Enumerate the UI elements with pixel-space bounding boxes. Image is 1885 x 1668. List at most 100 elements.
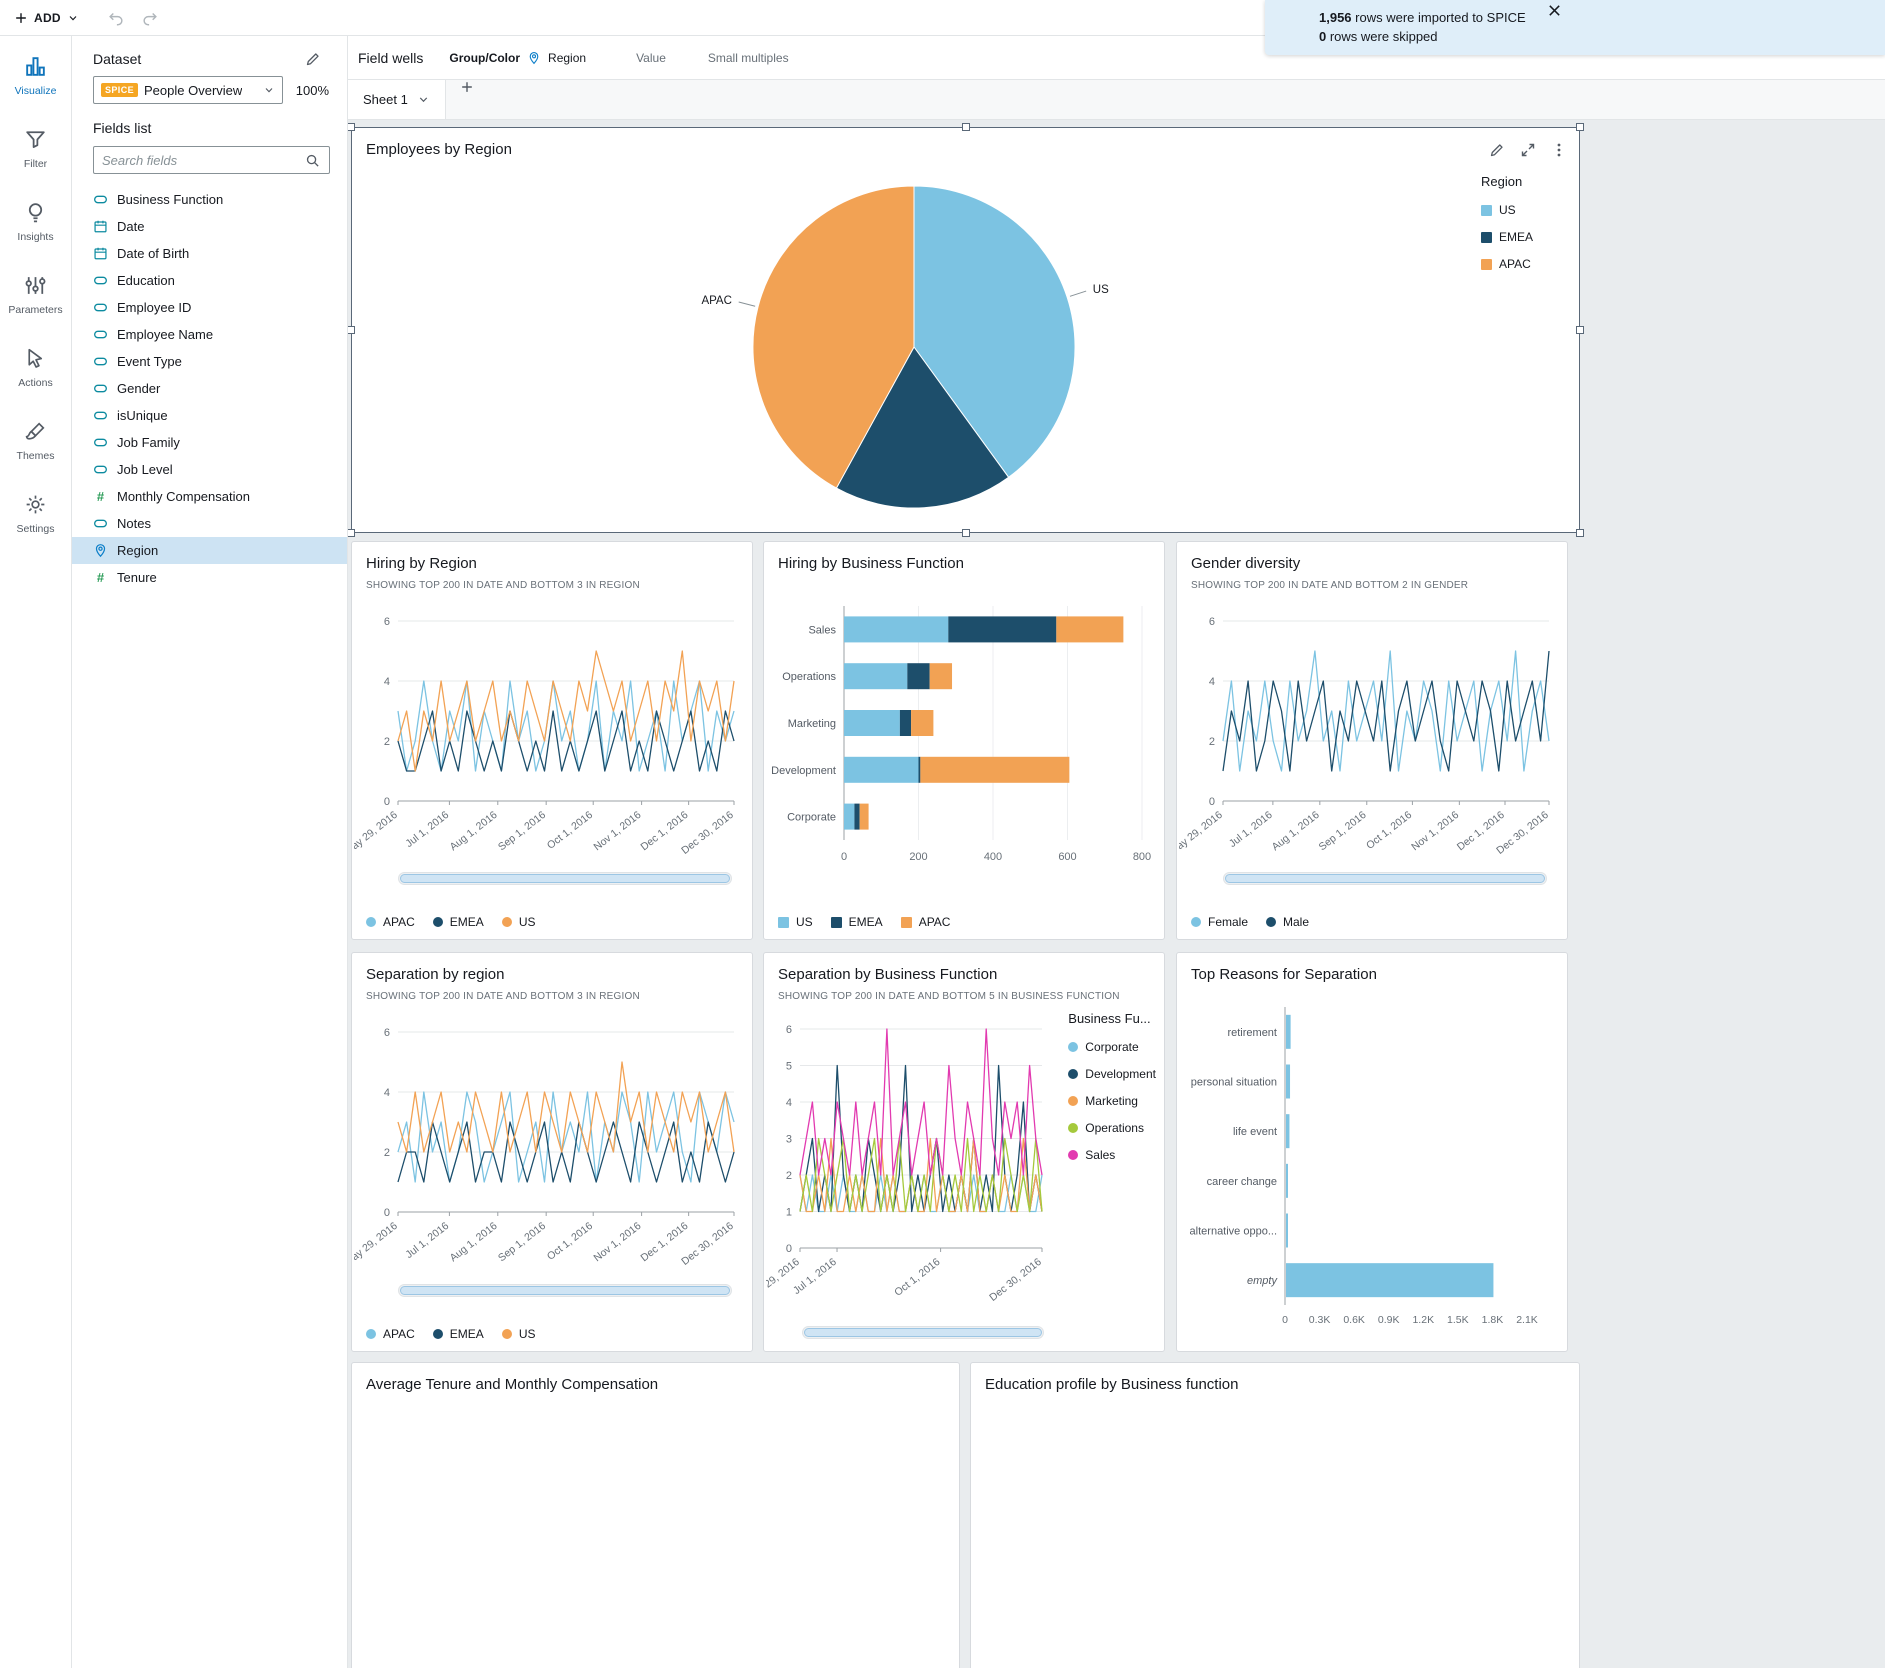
svg-text:life event: life event — [1233, 1126, 1277, 1138]
field-item-event-type[interactable]: Event Type — [72, 348, 347, 375]
visual-panel-education-profile-by-business-function[interactable]: Education profile by Business function — [970, 1362, 1580, 1668]
visual-panel-separation-by-region[interactable]: Separation by region SHOWING TOP 200 IN D… — [348, 952, 753, 1352]
legend-item[interactable]: US — [501, 1327, 535, 1341]
dataset-selector[interactable]: SPICE People Overview — [93, 76, 283, 104]
visual-panel-hiring-by-region[interactable]: Hiring by Region SHOWING TOP 200 IN DATE … — [348, 541, 753, 940]
chart-scrollbar-thumb[interactable] — [1225, 874, 1545, 883]
field-item-gender[interactable]: Gender — [72, 375, 347, 402]
legend-label: Sales — [1085, 1148, 1116, 1162]
chart-title: Top Reasons for Separation — [1191, 966, 1377, 983]
resize-handle-w[interactable] — [348, 326, 355, 334]
fields-list-title: Fields list — [93, 120, 152, 136]
close-icon[interactable] — [1547, 3, 1562, 18]
field-item-job-family[interactable]: Job Family — [72, 429, 347, 456]
search-icon — [305, 153, 320, 168]
legend-item[interactable]: APAC — [366, 1327, 415, 1341]
edit-visual-button[interactable] — [1489, 142, 1505, 158]
legend-item[interactable]: EMEA — [1480, 230, 1533, 244]
chart-legend: US EMEA APAC — [778, 915, 950, 929]
resize-handle-n[interactable] — [961, 123, 970, 131]
legend-label: EMEA — [449, 915, 484, 929]
undo-icon[interactable] — [107, 9, 125, 27]
chart-scrollbar-thumb[interactable] — [400, 1286, 730, 1295]
chevron-down-icon — [67, 12, 79, 24]
resize-handle-s[interactable] — [961, 529, 970, 537]
chart-scrollbar-thumb[interactable] — [804, 1328, 1042, 1337]
maximize-visual-button[interactable] — [1520, 142, 1536, 158]
legend-item[interactable]: US — [1480, 203, 1533, 217]
field-item-employee-id[interactable]: Employee ID — [72, 294, 347, 321]
field-well-small-multiples[interactable]: Small multiples — [708, 51, 789, 65]
svg-text:0.3K: 0.3K — [1309, 1314, 1331, 1326]
visual-panel-employees-by-region[interactable]: Employees by Region US APAC Region US EMEA APA… — [348, 123, 1584, 537]
field-item-date[interactable]: Date — [72, 213, 347, 240]
tab-sheet-1[interactable]: Sheet 1 — [348, 80, 446, 119]
sidebar-item-filter[interactable]: Filter — [0, 127, 71, 200]
field-item-monthly-compensation[interactable]: # Monthly Compensation — [72, 483, 347, 510]
field-item-tenure[interactable]: # Tenure — [72, 564, 347, 591]
pie-chart[interactable]: US APAC — [353, 129, 1580, 536]
field-item-date-of-birth[interactable]: Date of Birth — [72, 240, 347, 267]
legend-item[interactable]: EMEA — [432, 1327, 484, 1341]
legend-item[interactable]: APAC — [900, 915, 950, 929]
visual-panel-gender-diversity[interactable]: Gender diversity SHOWING TOP 200 IN DATE … — [1167, 541, 1568, 940]
legend-item[interactable]: US — [778, 915, 813, 929]
line-chart[interactable]: 0 2 4 6 May 29, 2016 Jul 1, 2016 Aug 1, 2016 Se… — [348, 1005, 748, 1298]
sidebar-item-actions[interactable]: Actions — [0, 346, 71, 419]
edit-dataset-pencil-icon[interactable] — [305, 51, 321, 67]
line-chart[interactable]: 0123456May 29, 2016Jul 1, 2016Oct 1, 201… — [744, 1005, 1052, 1314]
legend-item[interactable]: Male — [1266, 915, 1309, 929]
legend-item[interactable]: Development — [1068, 1067, 1156, 1081]
field-item-business-function[interactable]: Business Function — [72, 186, 347, 213]
sidebar-item-themes[interactable]: Themes — [0, 419, 71, 492]
field-item-notes[interactable]: Notes — [72, 510, 347, 537]
legend-item[interactable]: Sales — [1068, 1148, 1156, 1162]
field-well-group-color[interactable]: Group/Color Region — [449, 51, 586, 65]
resize-handle-e[interactable] — [1576, 326, 1584, 334]
line-chart[interactable]: 0 2 4 6 May 29, 2016 Jul 1, 2016 Aug 1, 2016 Se… — [348, 594, 748, 887]
legend-item[interactable]: APAC — [366, 915, 415, 929]
legend-item[interactable]: EMEA — [830, 915, 883, 929]
field-item-education[interactable]: Education — [72, 267, 347, 294]
resize-handle-nw[interactable] — [348, 123, 355, 131]
legend-item[interactable]: US — [501, 915, 535, 929]
insights-icon — [23, 200, 48, 225]
sidebar-item-insights[interactable]: Insights — [0, 200, 71, 273]
search-fields-input[interactable] — [94, 152, 305, 168]
chart-title: Average Tenure and Monthly Compensation — [366, 1376, 659, 1393]
redo-icon[interactable] — [141, 9, 159, 27]
legend-item[interactable]: EMEA — [432, 915, 484, 929]
visual-menu-button[interactable] — [1551, 142, 1567, 158]
legend-item[interactable]: Operations — [1068, 1121, 1156, 1135]
chart-scrollbar — [398, 872, 732, 885]
legend-item[interactable]: Corporate — [1068, 1040, 1156, 1054]
stacked-bar-h-chart[interactable]: 0 200 400 600 800 Sales Operations Marketing Dev… — [766, 582, 1160, 901]
add-sheet-button[interactable] — [446, 80, 488, 94]
legend-item[interactable]: Marketing — [1068, 1094, 1156, 1108]
field-item-isunique[interactable]: isUnique — [72, 402, 347, 429]
dimension-icon — [93, 462, 108, 477]
visual-panel-separation-by-business-function[interactable]: Separation by Business Function SHOWING T… — [744, 952, 1165, 1352]
sidebar-item-label: Parameters — [8, 304, 63, 316]
sidebar-item-parameters[interactable]: Parameters — [0, 273, 71, 346]
visual-panel-average-tenure-and-monthly-compensation[interactable]: Average Tenure and Monthly Compensation — [351, 1362, 960, 1668]
add-button-label: ADD — [34, 10, 61, 25]
resize-handle-se[interactable] — [1576, 529, 1584, 537]
field-item-employee-name[interactable]: Employee Name — [72, 321, 347, 348]
line-chart[interactable]: 0 2 4 6 May 29, 2016 Jul 1, 2016 Aug 1, 2016 Se… — [1167, 594, 1563, 887]
sidebar-item-visualize[interactable]: Visualize — [0, 54, 71, 127]
filter-icon — [23, 127, 48, 152]
sidebar-item-settings[interactable]: Settings — [0, 492, 71, 565]
bar-h-chart[interactable]: 0 0.3K 0.6K 0.9K 1.2K 1.5K 1.8K 2.1K retirement p… — [1179, 993, 1563, 1348]
field-well-value[interactable]: Value — [636, 51, 666, 65]
visual-panel-hiring-by-business-function[interactable]: Hiring by Business Function 0 200 400 600 800… — [763, 541, 1165, 940]
visual-panel-top-reasons-for-separation[interactable]: Top Reasons for Separation 0 0.3K 0.6K 0.9K 1… — [1176, 952, 1568, 1352]
resize-handle-ne[interactable] — [1576, 123, 1584, 131]
field-item-region[interactable]: Region — [72, 537, 347, 564]
chart-scrollbar-thumb[interactable] — [400, 874, 730, 883]
legend-item[interactable]: APAC — [1480, 257, 1533, 271]
field-item-job-level[interactable]: Job Level — [72, 456, 347, 483]
legend-item[interactable]: Female — [1191, 915, 1248, 929]
add-button[interactable]: ADD — [14, 11, 79, 25]
resize-handle-sw[interactable] — [348, 529, 355, 537]
